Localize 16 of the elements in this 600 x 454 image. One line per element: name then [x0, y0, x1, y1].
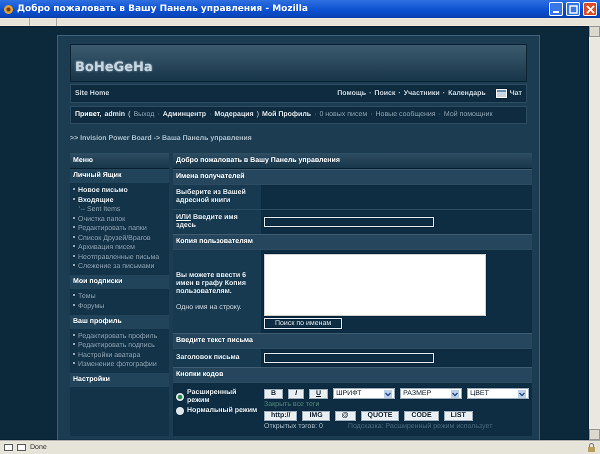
lock-icon: [587, 443, 596, 452]
close-button[interactable]: [583, 2, 597, 16]
minimize-button[interactable]: [549, 2, 563, 16]
caret-icon: [384, 390, 392, 398]
site-logo: BoHeGeHa: [75, 61, 153, 75]
caret-icon: [518, 390, 526, 398]
window-title: Добро пожаловать в Вашу Панель управления - Mozilla: [17, 4, 309, 14]
scrollbar[interactable]: [589, 26, 600, 440]
maximize-button[interactable]: [566, 2, 580, 16]
input-field[interactable]: [264, 217, 434, 227]
app-icon: [3, 4, 14, 14]
radio-button[interactable]: [176, 393, 184, 401]
caret-icon: [451, 390, 460, 398]
radio-button[interactable]: [176, 407, 184, 415]
input-field[interactable]: [264, 353, 434, 363]
chat-icon[interactable]: [496, 89, 507, 98]
